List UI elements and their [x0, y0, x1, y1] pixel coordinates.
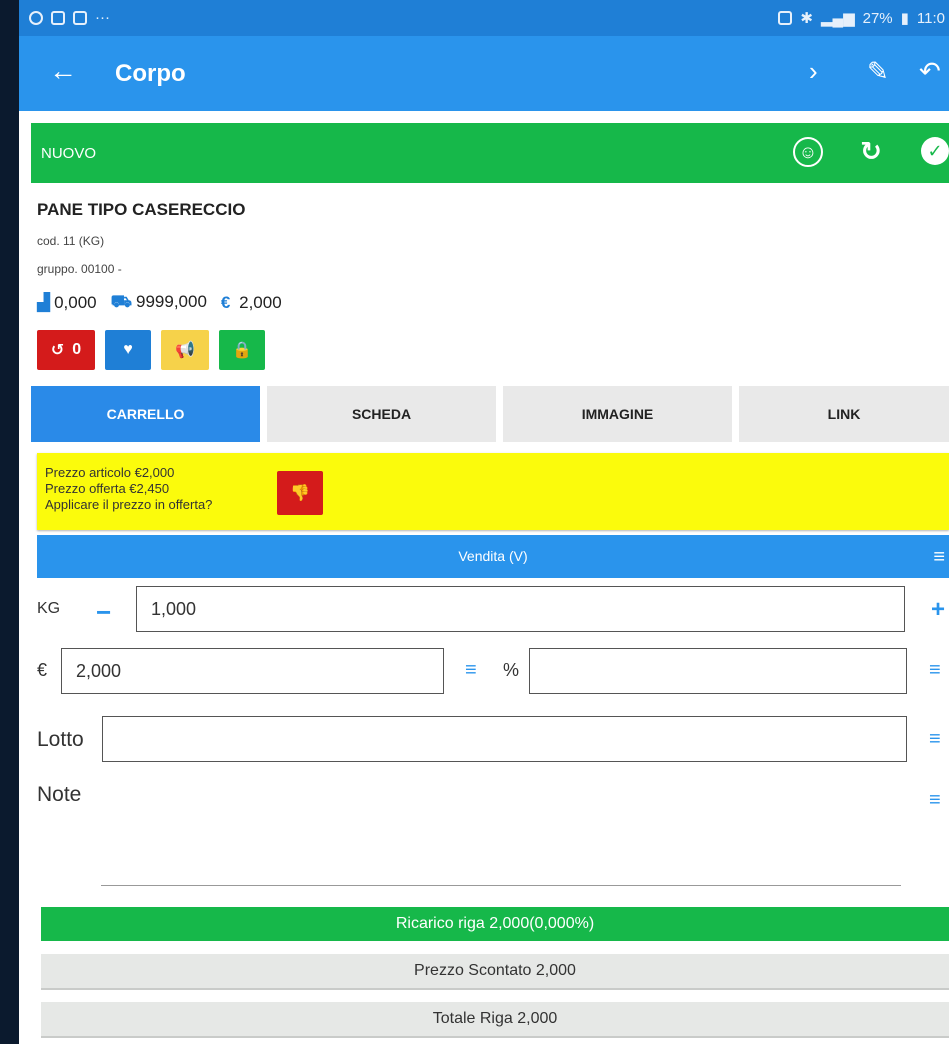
app-bar: ← Corpo › ✎ ↶: [19, 36, 949, 111]
note-menu-icon[interactable]: ≡: [929, 790, 941, 810]
battery-icon: ▮: [900, 10, 909, 27]
heart-icon: ♥: [123, 341, 133, 358]
back-arrow-icon[interactable]: ←: [49, 56, 77, 86]
clock: 11:0: [916, 9, 945, 27]
signal-icon: ▂▄▆: [820, 10, 855, 27]
next-icon[interactable]: ›: [809, 56, 818, 86]
product-group: gruppo. 00100 -: [37, 262, 122, 276]
price-menu-icon[interactable]: ≡: [465, 660, 477, 680]
euro-icon: €: [220, 293, 231, 312]
tab-carrello[interactable]: CARRELLO: [31, 386, 260, 442]
notification-icons: ···: [29, 9, 110, 26]
quantity-input[interactable]: 1,000: [136, 586, 905, 632]
nfc-icon: [778, 11, 793, 25]
lot-label: Lotto: [37, 728, 84, 751]
offer-banner: Prezzo articolo €2,000 Prezzo offerta €2…: [37, 453, 949, 530]
system-indicators: ✱ ▂▄▆ 27% ▮ 11:0: [778, 9, 945, 27]
stock-info: ▟ 0,000: [37, 293, 97, 312]
tab-scheda[interactable]: SCHEDA: [267, 386, 496, 442]
document-status-row: NUOVO ☺ ↻ ✓: [31, 123, 949, 183]
discount-menu-icon[interactable]: ≡: [929, 660, 941, 680]
history-icon: ↺: [50, 342, 65, 359]
lock-button[interactable]: 🔒: [219, 330, 265, 370]
sale-menu-icon[interactable]: ≡: [933, 547, 945, 567]
megaphone-icon: 📢: [175, 342, 195, 359]
lot-input[interactable]: [102, 716, 907, 762]
product-code: cod. 11 (KG): [37, 234, 105, 248]
notification-icon: [29, 10, 43, 25]
factory-icon: ▟: [37, 293, 51, 312]
decrease-quantity-icon[interactable]: −: [96, 599, 111, 625]
history-count: 0: [72, 341, 82, 358]
bluetooth-icon: ✱: [800, 10, 813, 27]
product-name: PANE TIPO CASERECCIO: [37, 200, 246, 219]
undo-icon[interactable]: ↶: [919, 56, 941, 86]
battery-percent: 27%: [862, 9, 893, 27]
mail-notification-icon: [73, 10, 87, 25]
refresh-icon[interactable]: ↻: [857, 136, 885, 166]
increase-quantity-icon[interactable]: +: [931, 596, 945, 624]
status-label: NUOVO: [41, 145, 97, 162]
markup-bar: Ricarico riga 2,000(0,000%): [41, 907, 949, 941]
discount-percent-label: %: [503, 660, 520, 680]
price-currency-label: €: [37, 660, 48, 680]
tab-link[interactable]: LINK: [739, 386, 949, 442]
discounted-price-bar: Prezzo Scontato 2,000: [41, 954, 949, 990]
thumbs-down-icon: 👎: [290, 485, 310, 502]
sale-type-header[interactable]: Vendita (V) ≡: [37, 535, 949, 578]
note-label: Note: [37, 783, 82, 806]
system-status-bar: ··· ✱ ▂▄▆ 27% ▮ 11:0: [19, 0, 949, 36]
more-notifications-icon: ···: [95, 9, 110, 26]
check-circle-icon[interactable]: ✓: [921, 137, 949, 165]
offer-text: Prezzo articolo €2,000 Prezzo offerta €2…: [45, 465, 213, 512]
favorite-button[interactable]: ♥: [105, 330, 151, 370]
sale-type-label: Vendita (V): [458, 548, 528, 564]
stock-info-row: ▟ 0,000 ⛟ 9999,000 € 2,000: [37, 292, 282, 314]
lot-menu-icon[interactable]: ≡: [929, 729, 941, 749]
gallery-notification-icon: [51, 10, 65, 25]
reject-offer-button[interactable]: 👎: [277, 471, 323, 515]
app-screen: ··· ✱ ▂▄▆ 27% ▮ 11:0 ← Corpo › ✎ ↶ NUOVO…: [19, 0, 949, 1044]
discount-input[interactable]: [529, 648, 907, 694]
tab-immagine[interactable]: IMMAGINE: [503, 386, 732, 442]
history-button[interactable]: ↺ 0: [37, 330, 95, 370]
promo-button[interactable]: 📢: [161, 330, 209, 370]
note-textarea[interactable]: [101, 885, 901, 886]
line-total-bar: Totale Riga 2,000: [41, 1002, 949, 1038]
quantity-unit-label: KG: [37, 600, 61, 617]
price-input[interactable]: 2,000: [61, 648, 444, 694]
price-info: € 2,000: [220, 293, 282, 312]
incoming-info: ⛟ 9999,000: [110, 292, 207, 311]
edit-icon[interactable]: ✎: [867, 56, 889, 86]
lock-icon: 🔒: [232, 342, 252, 359]
truck-icon: ⛟: [110, 292, 133, 311]
smiley-icon[interactable]: ☺: [793, 137, 823, 167]
page-title: Corpo: [115, 60, 186, 87]
